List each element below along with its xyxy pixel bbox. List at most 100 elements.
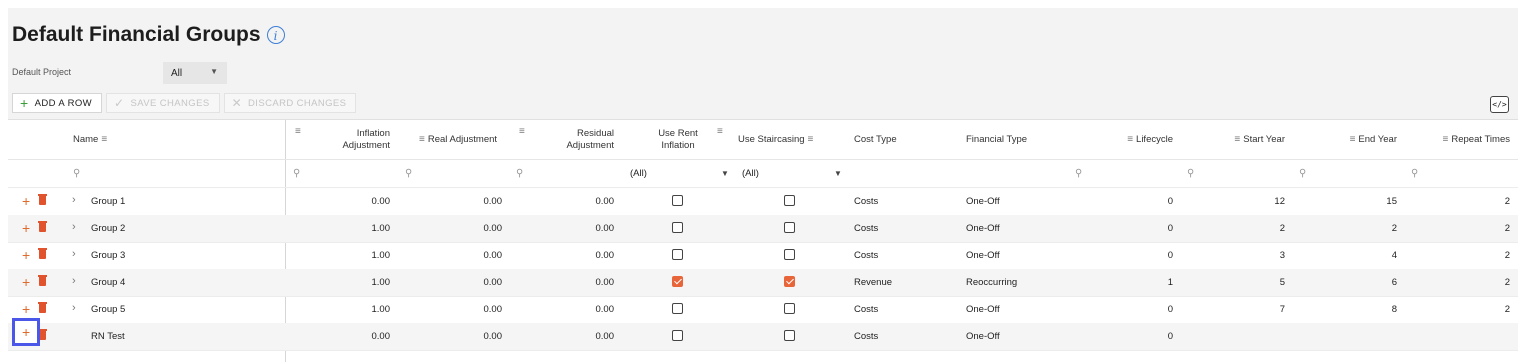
repeat-times-cell[interactable]: 2 — [1418, 188, 1510, 215]
inflation-adjustment-cell[interactable]: 1.00 — [308, 242, 391, 269]
financial-type-cell[interactable]: Reoccurring — [966, 269, 1076, 296]
residual-adjustment-cell[interactable]: 0.00 — [528, 323, 615, 350]
start-year-cell[interactable]: 12 — [1198, 188, 1285, 215]
search-icon[interactable]: ⚲ — [405, 168, 412, 179]
cost-type-cell[interactable]: Costs — [854, 242, 954, 269]
chevron-right-icon[interactable]: › — [72, 194, 76, 206]
filter-icon[interactable]: ≡ — [1234, 134, 1240, 146]
header-real-adjustment[interactable]: ≡ Real Adjustment — [416, 120, 516, 159]
repeat-times-cell[interactable]: 2 — [1418, 269, 1510, 296]
use-staircasing-checkbox[interactable] — [784, 303, 795, 314]
inflation-adjustment-cell[interactable]: 0.00 — [308, 188, 391, 215]
start-year-cell[interactable] — [1198, 323, 1285, 350]
header-start-year[interactable]: ≡ Start Year — [1198, 120, 1285, 159]
lifecycle-cell[interactable]: 0 — [1088, 188, 1173, 215]
search-icon[interactable]: ⚲ — [1187, 168, 1194, 179]
end-year-cell[interactable]: 4 — [1308, 242, 1397, 269]
residual-adjustment-cell[interactable]: 0.00 — [528, 188, 615, 215]
add-row-button[interactable]: + ADD A ROW — [12, 93, 103, 113]
default-project-select[interactable]: All ▼ — [163, 62, 227, 84]
trash-icon[interactable] — [38, 275, 47, 286]
use-staircasing-checkbox[interactable] — [784, 249, 795, 260]
chevron-down-icon[interactable]: ▼ — [834, 169, 842, 178]
chevron-right-icon[interactable]: › — [72, 248, 76, 260]
use-staircasing-checkbox[interactable] — [784, 276, 795, 287]
cost-type-cell[interactable]: Costs — [854, 296, 954, 323]
financial-type-cell[interactable]: One-Off — [966, 188, 1076, 215]
repeat-times-cell[interactable]: 2 — [1418, 242, 1510, 269]
cost-type-cell[interactable]: Costs — [854, 215, 954, 242]
plus-icon[interactable]: + — [22, 302, 30, 316]
end-year-cell[interactable] — [1308, 323, 1397, 350]
focused-add-child-button[interactable]: + — [12, 318, 40, 346]
residual-adjustment-cell[interactable]: 0.00 — [528, 242, 615, 269]
search-icon[interactable]: ⚲ — [1411, 168, 1418, 179]
trash-icon[interactable] — [38, 248, 47, 259]
use-rent-inflation-checkbox[interactable] — [672, 222, 683, 233]
cost-type-cell[interactable]: Costs — [854, 323, 954, 350]
chevron-right-icon[interactable]: › — [72, 275, 76, 287]
use-rent-inflation-filter[interactable]: (All) — [630, 168, 647, 179]
table-row[interactable]: + › Group 2 1.00 0.00 0.00 Costs One-Off… — [8, 215, 1518, 243]
header-use-rent-inflation[interactable]: Use Rent Inflation — [648, 120, 708, 159]
financial-type-cell[interactable]: One-Off — [966, 242, 1076, 269]
inflation-adjustment-cell[interactable]: 1.00 — [308, 215, 391, 242]
plus-icon[interactable]: + — [22, 275, 30, 289]
repeat-times-cell[interactable] — [1418, 323, 1510, 350]
financial-type-cell[interactable]: One-Off — [966, 296, 1076, 323]
lifecycle-cell[interactable]: 0 — [1088, 296, 1173, 323]
group-name[interactable]: RN Test — [91, 323, 125, 350]
use-rent-inflation-checkbox[interactable] — [672, 195, 683, 206]
use-staircasing-checkbox[interactable] — [784, 330, 795, 341]
header-lifecycle[interactable]: ≡ Lifecycle — [1088, 120, 1173, 159]
residual-adjustment-cell[interactable]: 0.00 — [528, 269, 615, 296]
filter-icon[interactable]: ≡ — [717, 126, 723, 137]
header-name[interactable]: Name ≡ — [73, 120, 193, 159]
group-name[interactable]: Group 1 — [91, 188, 125, 215]
group-name[interactable]: Group 2 — [91, 215, 125, 242]
table-row[interactable]: + › Group 3 1.00 0.00 0.00 Costs One-Off… — [8, 242, 1518, 270]
lifecycle-cell[interactable]: 0 — [1088, 242, 1173, 269]
filter-icon[interactable]: ≡ — [1350, 134, 1356, 146]
financial-type-cell[interactable]: One-Off — [966, 215, 1076, 242]
chevron-down-icon[interactable]: ▼ — [721, 169, 729, 178]
start-year-cell[interactable]: 2 — [1198, 215, 1285, 242]
residual-adjustment-cell[interactable]: 0.00 — [528, 215, 615, 242]
start-year-cell[interactable]: 3 — [1198, 242, 1285, 269]
plus-icon[interactable]: + — [22, 248, 30, 262]
discard-changes-button[interactable]: ✕ DISCARD CHANGES — [223, 93, 357, 113]
end-year-cell[interactable]: 6 — [1308, 269, 1397, 296]
table-row[interactable]: + › Group 4 1.00 0.00 0.00 Revenue Reocc… — [8, 269, 1518, 297]
filter-icon[interactable]: ≡ — [808, 134, 814, 146]
trash-icon[interactable] — [38, 221, 47, 232]
save-changes-button[interactable]: ✓ SAVE CHANGES — [106, 93, 220, 113]
cost-type-cell[interactable]: Revenue — [854, 269, 954, 296]
search-icon[interactable]: ⚲ — [1075, 168, 1082, 179]
start-year-cell[interactable]: 5 — [1198, 269, 1285, 296]
table-row[interactable]: + › Group 5 1.00 0.00 0.00 Costs One-Off… — [8, 296, 1518, 324]
table-row[interactable]: + › Group 1 0.00 0.00 0.00 Costs One-Off… — [8, 188, 1518, 216]
code-export-icon[interactable]: </> — [1490, 96, 1509, 113]
header-inflation-adjustment[interactable]: Inflation Adjustment — [308, 120, 390, 159]
chevron-right-icon[interactable]: › — [72, 221, 76, 233]
use-rent-inflation-checkbox[interactable] — [672, 330, 683, 341]
real-adjustment-cell[interactable]: 0.00 — [418, 296, 503, 323]
inflation-adjustment-cell[interactable]: 1.00 — [308, 296, 391, 323]
group-name[interactable]: Group 5 — [91, 296, 125, 323]
real-adjustment-cell[interactable]: 0.00 — [418, 188, 503, 215]
repeat-times-cell[interactable]: 2 — [1418, 296, 1510, 323]
header-financial-type[interactable]: Financial Type — [966, 120, 1066, 159]
filter-icon[interactable]: ≡ — [295, 126, 301, 137]
search-icon[interactable]: ⚲ — [293, 168, 300, 179]
use-staircasing-filter[interactable]: (All) — [742, 168, 759, 179]
lifecycle-cell[interactable]: 0 — [1088, 323, 1173, 350]
trash-icon[interactable] — [38, 302, 47, 313]
start-year-cell[interactable]: 7 — [1198, 296, 1285, 323]
plus-icon[interactable]: + — [22, 221, 30, 235]
inflation-adjustment-cell[interactable]: 1.00 — [308, 269, 391, 296]
search-icon[interactable]: ⚲ — [1299, 168, 1306, 179]
plus-icon[interactable]: + — [22, 194, 30, 208]
lifecycle-cell[interactable]: 1 — [1088, 269, 1173, 296]
header-use-staircasing[interactable]: Use Staircasing ≡ — [738, 120, 848, 159]
financial-type-cell[interactable]: One-Off — [966, 323, 1076, 350]
